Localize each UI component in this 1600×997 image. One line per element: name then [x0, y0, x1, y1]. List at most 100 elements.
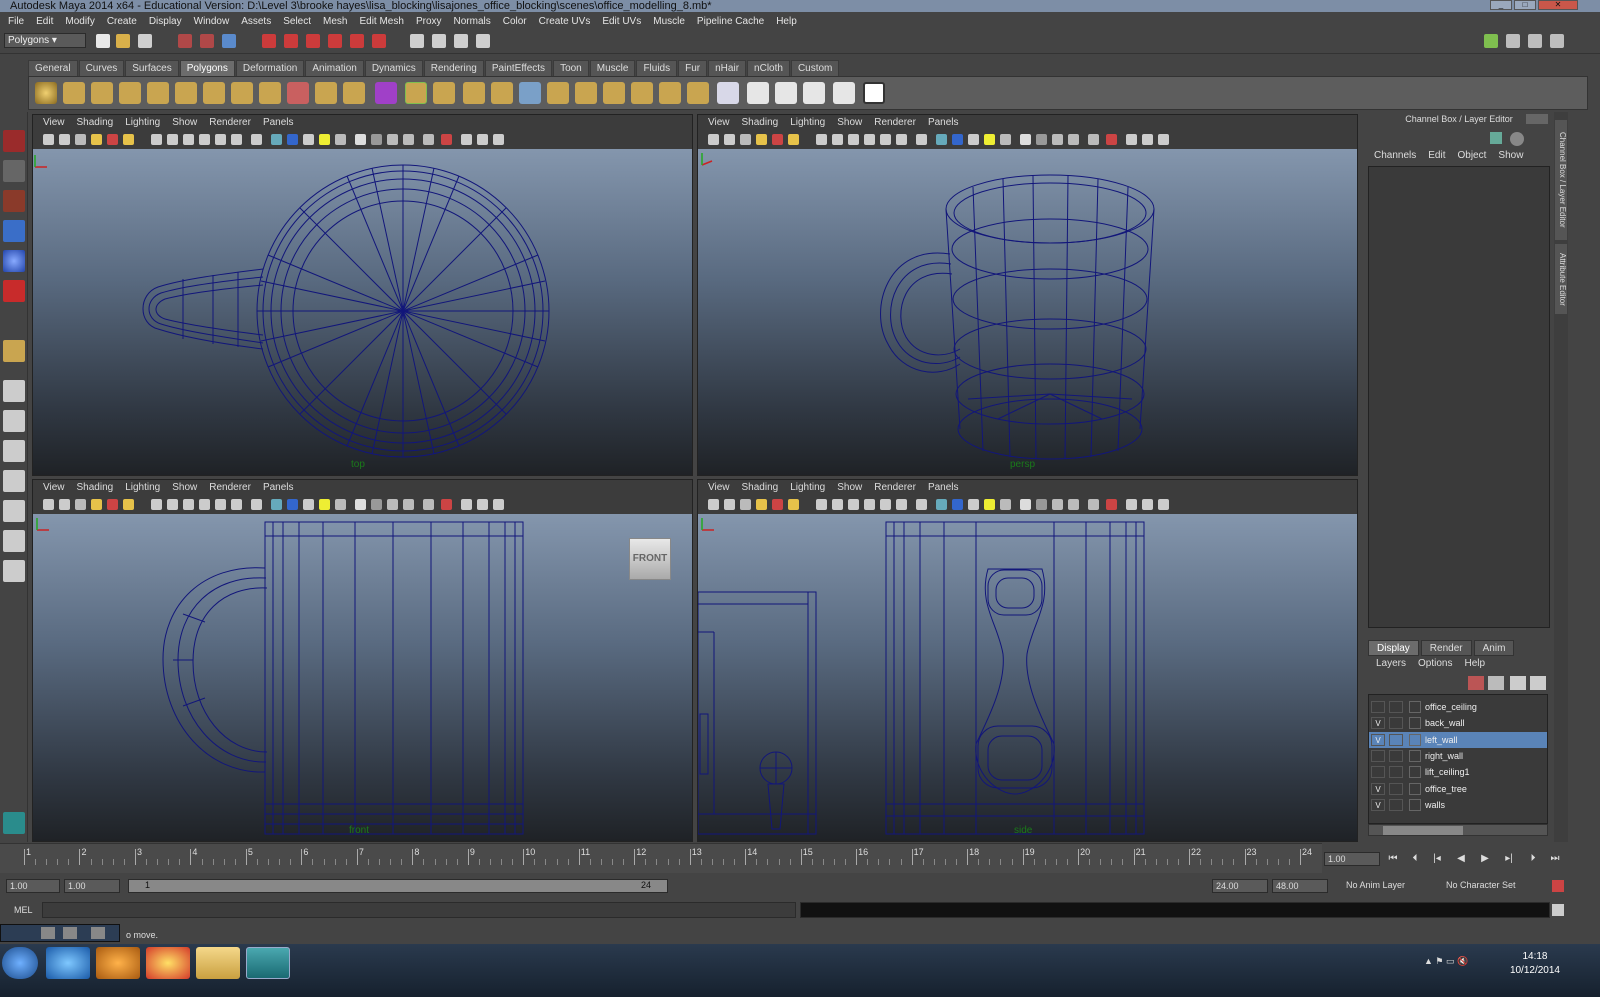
layer-editor-icon[interactable]	[1550, 34, 1564, 48]
insert-edge-loop-icon[interactable]	[519, 82, 541, 104]
panel-toolbar-icon[interactable]	[968, 499, 979, 510]
maximize-button[interactable]: □	[1514, 0, 1536, 10]
panel-toolbar-icon[interactable]	[916, 134, 927, 145]
panel-toolbar-icon[interactable]	[772, 134, 783, 145]
maya-taskbar-icon[interactable]	[246, 947, 290, 979]
panel-toolbar-icon[interactable]	[75, 499, 86, 510]
menu-normals[interactable]: Normals	[448, 16, 497, 27]
new-scene-icon[interactable]	[96, 34, 110, 48]
layer-row[interactable]: lift_ceiling1	[1369, 764, 1547, 780]
panel-toolbar-icon[interactable]	[319, 499, 330, 510]
vp-menu-shading[interactable]: Shading	[71, 482, 120, 496]
vp-menu-shading[interactable]: Shading	[736, 117, 785, 131]
poly-sphere-icon[interactable]	[35, 82, 57, 104]
extrude-icon[interactable]	[405, 82, 427, 104]
vp-menu-view[interactable]: View	[702, 482, 736, 496]
snap-point-icon[interactable]	[306, 34, 320, 48]
panel-toolbar-icon[interactable]	[864, 134, 875, 145]
shelf-tab-surfaces[interactable]: Surfaces	[125, 60, 179, 76]
move-layer-down-icon[interactable]	[1488, 676, 1504, 690]
panel-toolbar-icon[interactable]	[756, 499, 767, 510]
layer-row[interactable]: Vback_wall	[1369, 715, 1547, 731]
viewport-canvas[interactable]: side	[698, 514, 1357, 841]
panel-toolbar-icon[interactable]	[772, 499, 783, 510]
menu-proxy[interactable]: Proxy	[410, 16, 448, 27]
panel-toolbar-icon[interactable]	[1142, 499, 1153, 510]
manipulator-icon[interactable]	[1490, 132, 1502, 144]
panel-window-icon[interactable]	[1526, 114, 1548, 124]
separate-icon[interactable]	[315, 82, 337, 104]
menu-mesh[interactable]: Mesh	[317, 16, 353, 27]
open-scene-icon[interactable]	[116, 34, 130, 48]
shelf-tab-ncloth[interactable]: nCloth	[747, 60, 790, 76]
panel-toolbar-icon[interactable]	[724, 134, 735, 145]
vp-menu-shading[interactable]: Shading	[71, 117, 120, 131]
play-forwards-icon[interactable]: ▶	[1476, 850, 1494, 868]
panel-toolbar-icon[interactable]	[423, 499, 434, 510]
four-view-layout-icon[interactable]	[3, 410, 25, 432]
uv-texture-editor-icon[interactable]	[863, 82, 885, 104]
panel-toolbar-icon[interactable]	[916, 499, 927, 510]
save-scene-icon[interactable]	[138, 34, 152, 48]
panel-toolbar-icon[interactable]	[167, 134, 178, 145]
append-polygon-icon[interactable]	[463, 82, 485, 104]
layer-playback-toggle[interactable]	[1389, 749, 1403, 762]
close-button[interactable]: ✕	[1538, 0, 1578, 10]
panel-toolbar-icon[interactable]	[75, 134, 86, 145]
viewport-side[interactable]: View Shading Lighting Show Renderer Pane…	[697, 479, 1358, 842]
panel-toolbar-icon[interactable]	[371, 134, 382, 145]
panel-toolbar-icon[interactable]	[355, 134, 366, 145]
poly-cone-icon[interactable]	[119, 82, 141, 104]
panel-toolbar-icon[interactable]	[251, 499, 262, 510]
magnet-icon[interactable]	[372, 34, 386, 48]
panel-toolbar-icon[interactable]	[151, 134, 162, 145]
view-cube[interactable]: FRONT	[629, 538, 671, 580]
panel-toolbar-icon[interactable]	[423, 134, 434, 145]
panel-toolbar-icon[interactable]	[1106, 134, 1117, 145]
panel-toolbar-icon[interactable]	[107, 134, 118, 145]
menu-assets[interactable]: Assets	[235, 16, 277, 27]
layer-playback-toggle[interactable]	[1389, 701, 1403, 713]
animation-start-field[interactable]: 1.00	[6, 879, 60, 893]
go-to-end-icon[interactable]: ⏭	[1546, 850, 1564, 868]
time-slider[interactable]: 1 2 3 4 5 6 7 8 9 10 11 12 13 14 15 16 17 18 19 20 21 22 23 24	[0, 843, 1322, 873]
vp-menu-panels[interactable]: Panels	[257, 117, 300, 131]
panel-toolbar-icon[interactable]	[724, 499, 735, 510]
panel-toolbar-icon[interactable]	[832, 499, 843, 510]
internet-explorer-icon[interactable]	[46, 947, 90, 979]
panel-toolbar-icon[interactable]	[1126, 499, 1137, 510]
offset-edge-loop-icon[interactable]	[547, 82, 569, 104]
shelf-tab-curves[interactable]: Curves	[78, 60, 125, 76]
layer-playback-toggle[interactable]	[1389, 798, 1403, 811]
layer-visibility-toggle[interactable]	[1371, 766, 1385, 779]
cylindrical-mapping-icon[interactable]	[775, 82, 797, 104]
panel-toolbar-icon[interactable]	[880, 499, 891, 510]
panel-toolbar-icon[interactable]	[403, 499, 414, 510]
poly-cylinder-icon[interactable]	[91, 82, 113, 104]
cb-menu-channels[interactable]: Channels	[1368, 150, 1422, 161]
panel-toolbar-icon[interactable]	[1000, 499, 1011, 510]
menu-create[interactable]: Create	[101, 16, 143, 27]
cb-menu-show[interactable]: Show	[1492, 150, 1529, 161]
move-tool-icon[interactable]	[3, 220, 25, 242]
snap-curve-icon[interactable]	[284, 34, 298, 48]
panel-toolbar-icon[interactable]	[461, 499, 472, 510]
command-input[interactable]	[42, 902, 796, 918]
layer-color-swatch[interactable]	[1409, 701, 1421, 713]
vp-menu-view[interactable]: View	[37, 482, 71, 496]
panel-toolbar-icon[interactable]	[441, 499, 452, 510]
automatic-mapping-icon[interactable]	[833, 82, 855, 104]
vp-menu-lighting[interactable]: Lighting	[119, 482, 166, 496]
layer-color-swatch[interactable]	[1409, 749, 1421, 762]
panel-toolbar-icon[interactable]	[880, 134, 891, 145]
layer-visibility-toggle[interactable]: V	[1371, 733, 1385, 746]
panel-toolbar-icon[interactable]	[151, 499, 162, 510]
panel-toolbar-icon[interactable]	[1158, 134, 1169, 145]
go-to-start-icon[interactable]: ⏮	[1384, 850, 1402, 868]
layer-visibility-toggle[interactable]: V	[1371, 798, 1385, 811]
panel-toolbar-icon[interactable]	[936, 499, 947, 510]
vp-menu-renderer[interactable]: Renderer	[203, 482, 257, 496]
select-tool-icon[interactable]	[3, 130, 25, 152]
panel-toolbar-icon[interactable]	[355, 499, 366, 510]
poly-soccer-ball-icon[interactable]	[259, 82, 281, 104]
